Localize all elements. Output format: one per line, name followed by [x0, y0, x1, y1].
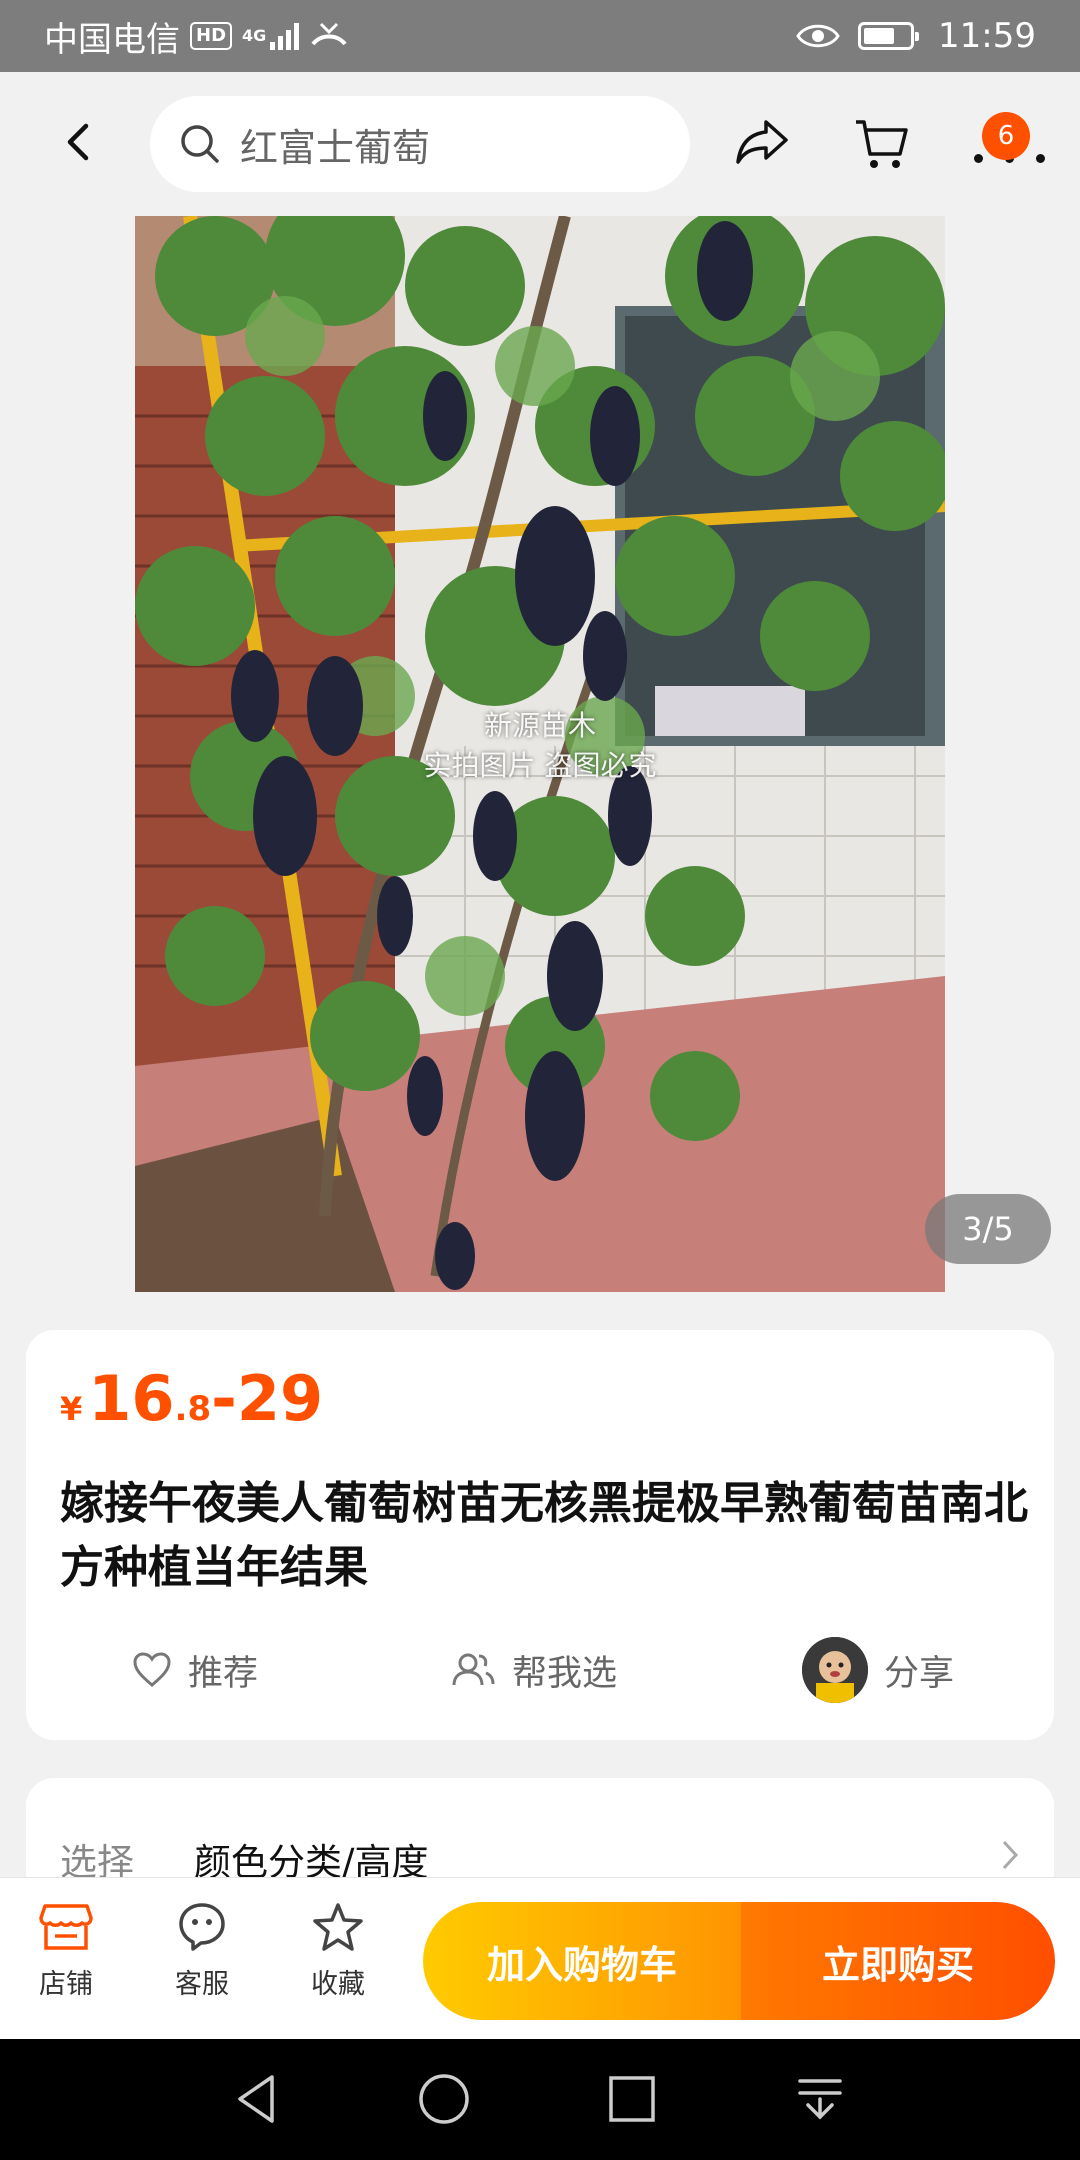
search-icon: [181, 125, 219, 163]
product-info-card: ¥ 16 .8 - 29 嫁接午夜美人葡萄树苗无核黑提极早熟葡萄苗南北方种植当年…: [26, 1330, 1054, 1740]
back-icon[interactable]: [58, 120, 102, 164]
carrier-name: 中国电信: [44, 19, 180, 60]
chat-face-icon: [179, 1903, 225, 1951]
tab-shop-label: 店铺: [39, 1969, 93, 2000]
status-bar: 中国电信 HD 4G 11:59: [0, 0, 1080, 72]
currency-symbol: ¥: [60, 1390, 83, 1428]
share-icon[interactable]: [734, 116, 790, 168]
search-bar[interactable]: [150, 96, 690, 192]
share-button[interactable]: 分享: [802, 1630, 954, 1710]
purchase-buttons: 加入购物车 立即购买: [423, 1902, 1055, 2020]
image-watermark: 新源苗木 实拍图片 盗图必究: [423, 709, 657, 782]
share-label: 分享: [884, 1653, 955, 1694]
clock: 11:59: [938, 16, 1036, 56]
shop-icon: [39, 1904, 93, 1950]
add-to-cart-button[interactable]: 加入购物车: [423, 1902, 741, 2020]
cart-count-badge: 6: [982, 112, 1030, 160]
bottom-action-bar: 店铺 客服 收藏 加入购物车 立即购买: [0, 1877, 1080, 2039]
product-image[interactable]: 新源苗木 实拍图片 盗图必究: [135, 216, 945, 1292]
recommend-label: 推荐: [188, 1653, 259, 1694]
more-button[interactable]: 6: [964, 112, 1045, 172]
product-title: 嫁接午夜美人葡萄树苗无核黑提极早熟葡萄苗南北方种植当年结果: [60, 1478, 1028, 1593]
action-row: 推荐 帮我选 分享: [26, 1630, 1054, 1710]
price-range: ¥ 16 .8 - 29: [60, 1362, 323, 1435]
tab-service-label: 客服: [175, 1969, 229, 2000]
missed-call-icon: [311, 22, 347, 46]
help-choose-label: 帮我选: [512, 1653, 618, 1694]
tab-customer-service[interactable]: 客服: [142, 1896, 262, 2024]
search-input[interactable]: [240, 122, 670, 166]
hd-icon: HD: [190, 22, 233, 50]
image-counter: 3/5: [925, 1194, 1051, 1264]
price-low: 16: [88, 1362, 175, 1435]
cart-icon[interactable]: [852, 114, 910, 172]
price-low-decimal: .8: [174, 1389, 212, 1429]
nav-back-icon[interactable]: [226, 2069, 286, 2129]
help-choose-button[interactable]: 帮我选: [450, 1630, 617, 1710]
tab-favorite-label: 收藏: [311, 1969, 365, 2000]
network-type: 4G: [242, 25, 267, 45]
price-high: 29: [236, 1362, 324, 1435]
tab-favorite[interactable]: 收藏: [278, 1896, 398, 2024]
buy-now-button[interactable]: 立即购买: [741, 1902, 1055, 2020]
people-icon: [452, 1653, 495, 1686]
battery-icon: [858, 22, 920, 50]
eye-icon: [796, 24, 840, 48]
price-separator: -: [211, 1362, 237, 1435]
star-icon: [313, 1903, 363, 1951]
avatar: [802, 1637, 868, 1703]
tab-shop[interactable]: 店铺: [6, 1896, 126, 2024]
heart-icon: [133, 1652, 171, 1687]
header: 6: [0, 72, 1080, 212]
nav-recents-icon[interactable]: [602, 2069, 662, 2129]
nav-home-icon[interactable]: [414, 2069, 474, 2129]
system-nav-bar: [0, 2039, 1080, 2160]
nav-notification-icon[interactable]: [790, 2069, 850, 2129]
signal-icon: [270, 22, 300, 50]
chevron-right-icon: [1002, 1840, 1019, 1870]
recommend-button[interactable]: 推荐: [132, 1630, 258, 1710]
